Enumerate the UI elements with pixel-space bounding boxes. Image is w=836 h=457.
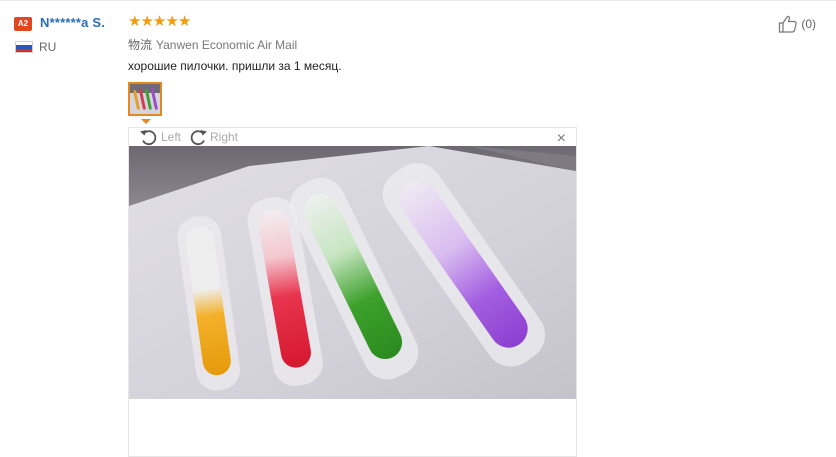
star-rating: ★★★★★	[128, 13, 192, 31]
shipping-info: 物流 Yanwen Economic Air Mail	[128, 36, 297, 53]
review-photo	[129, 146, 576, 399]
rotate-right-button[interactable]: Right	[188, 128, 238, 146]
image-viewer: Left Right ×	[128, 127, 577, 457]
helpful-count: (0)	[801, 17, 816, 31]
buyer-country: RU	[39, 40, 57, 54]
star-icon: ★	[140, 13, 154, 30]
rotate-left-icon[interactable]	[139, 128, 159, 146]
top-divider	[0, 0, 836, 1]
rotate-right-label: Right	[210, 130, 239, 144]
review-text: хорошие пилочки. пришли за 1 месяц.	[128, 59, 342, 73]
russia-flag-icon	[15, 41, 33, 53]
rotate-left-button[interactable]: Left	[139, 128, 181, 146]
star-icon: ★	[177, 13, 192, 30]
star-icon: ★	[165, 13, 179, 30]
review-photo-thumbnail[interactable]	[128, 82, 162, 116]
thumbnail-image	[130, 84, 160, 114]
buyer-name: N******a S.	[40, 15, 106, 30]
shipping-method: Yanwen Economic Air Mail	[156, 38, 298, 52]
rotate-right-icon[interactable]	[188, 128, 208, 146]
helpful-button[interactable]: (0)	[778, 15, 816, 33]
buyer-level-badge: A2	[14, 17, 32, 31]
thumbs-up-icon[interactable]	[778, 15, 798, 33]
thumbnail-caret	[141, 119, 151, 124]
rotate-left-label: Left	[161, 130, 182, 144]
shipping-label: 物流	[128, 38, 153, 52]
